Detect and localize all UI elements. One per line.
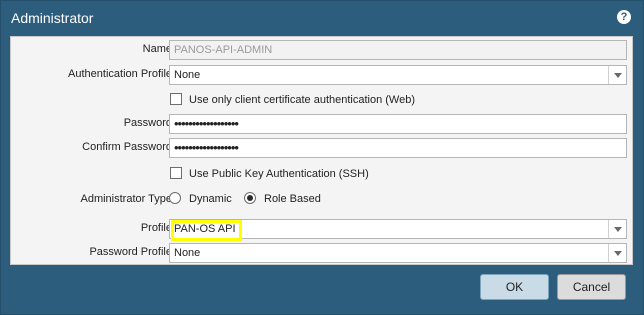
chevron-down-icon[interactable] [608, 66, 626, 84]
password-field[interactable]: •••••••••••••••••• [169, 114, 627, 134]
administrator-dialog: Administrator ? Name PANOS-API-ADMIN Aut… [0, 0, 644, 315]
help-icon[interactable]: ? [617, 10, 631, 24]
admin-type-label: Administrator Type [80, 193, 172, 205]
dialog-content: Name PANOS-API-ADMIN Authentication Prof… [10, 36, 633, 265]
confirm-password-row: Confirm Password •••••••••••••••••• [11, 138, 634, 158]
password-profile-select[interactable]: None [169, 243, 627, 263]
admin-type-role-based-label: Role Based [264, 193, 321, 205]
name-label: Name [142, 43, 172, 55]
auth-profile-select[interactable]: None [169, 65, 627, 85]
dialog-title: Administrator [11, 10, 94, 26]
admin-type-role-based-radio[interactable] [244, 192, 256, 204]
password-profile-value: None [174, 247, 201, 259]
client-cert-label: Use only client certificate authenticati… [189, 94, 416, 106]
confirm-password-field[interactable]: •••••••••••••••••• [169, 138, 627, 158]
ok-button[interactable]: OK [480, 274, 549, 300]
public-key-label: Use Public Key Authentication (SSH) [189, 168, 369, 180]
password-row: Password •••••••••••••••••• [11, 114, 634, 134]
profile-label: Profile [140, 222, 172, 234]
admin-type-dynamic-radio[interactable] [169, 192, 181, 204]
password-label: Password [123, 117, 172, 129]
chevron-down-icon[interactable] [608, 244, 626, 262]
cancel-button[interactable]: Cancel [557, 274, 626, 300]
client-cert-checkbox[interactable] [170, 93, 182, 105]
admin-type-dynamic-label: Dynamic [189, 193, 232, 205]
chevron-down-icon[interactable] [608, 220, 626, 238]
confirm-password-label: Confirm Password [82, 141, 172, 153]
name-field: PANOS-API-ADMIN [169, 40, 627, 60]
admin-type-row: Administrator Type Dynamic Role Based [11, 190, 634, 210]
auth-profile-value: None [174, 69, 201, 81]
auth-profile-row: Authentication Profile None [11, 65, 634, 85]
public-key-checkbox[interactable] [170, 167, 182, 179]
dialog-titlebar: Administrator ? [1, 1, 643, 35]
profile-highlight-box [171, 220, 242, 241]
auth-profile-label: Authentication Profile [68, 68, 172, 80]
profile-row: Profile PAN-OS API [11, 219, 634, 239]
name-row: Name PANOS-API-ADMIN [11, 40, 634, 60]
password-profile-row: Password Profile None [11, 243, 634, 263]
password-profile-label: Password Profile [89, 246, 172, 258]
